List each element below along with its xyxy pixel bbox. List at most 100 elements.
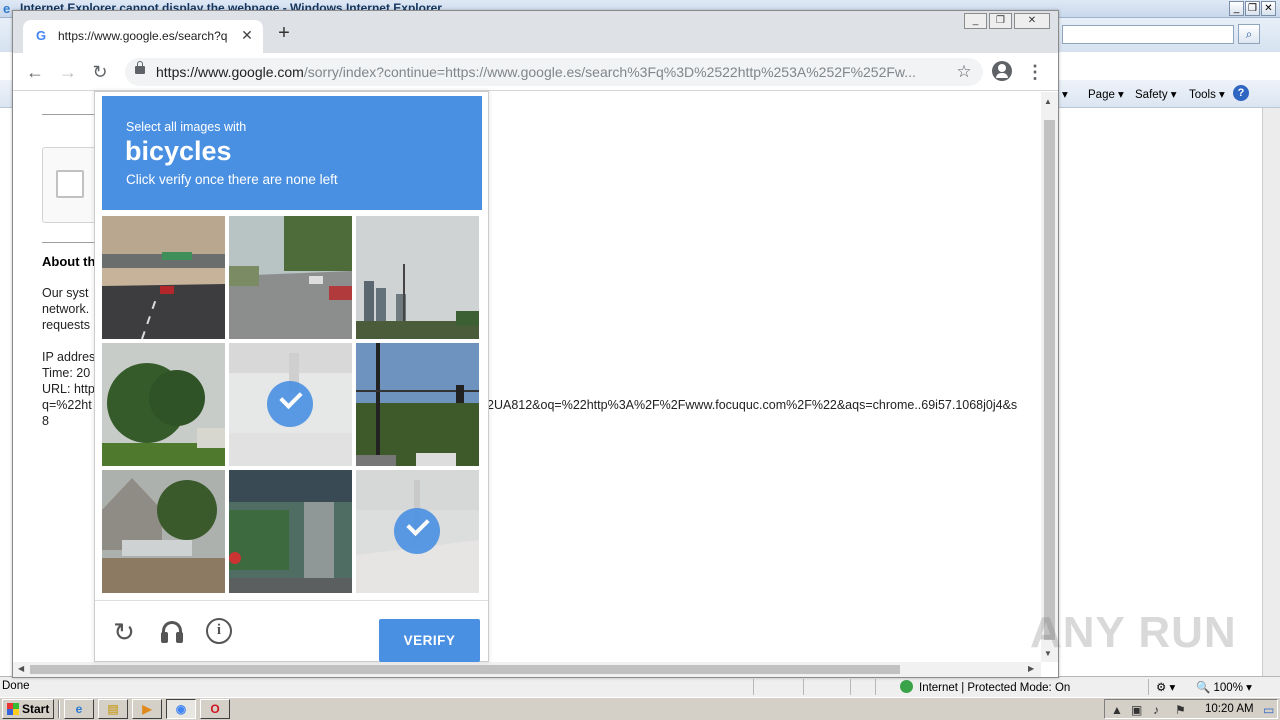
chrome-close-button[interactable]: ✕ [1014, 13, 1050, 29]
reload-icon[interactable]: ↻ [88, 60, 112, 84]
image-tile-grid [102, 216, 483, 597]
headphones-icon[interactable] [158, 618, 186, 646]
watermark: ANY RUN [1030, 608, 1237, 657]
tile-image-street-cars [229, 216, 352, 339]
about-heading: About th [42, 254, 96, 269]
system-tray: ▲ ▣ ♪ ⚑ 10:20 AM ▭ [1104, 699, 1278, 719]
scroll-up-icon[interactable]: ▲ [1044, 97, 1052, 106]
refresh-icon[interactable]: ↻ [110, 618, 138, 646]
ie-safety-menu[interactable]: Safety ▾ [1135, 87, 1177, 101]
scroll-right-icon[interactable]: ▶ [1028, 664, 1034, 673]
bookmark-star-icon[interactable]: ☆ [953, 61, 975, 83]
address-bar[interactable]: https://www.google.com/sorry/index?conti… [125, 58, 983, 86]
info-line: q=%22ht [42, 398, 92, 412]
image-tile-selected[interactable] [356, 470, 479, 593]
scrollbar-thumb[interactable] [30, 665, 900, 674]
chrome-window-controls: _ ❐ ✕ [964, 13, 1054, 29]
volume-icon[interactable]: ♪ [1153, 703, 1159, 717]
image-tile[interactable] [356, 216, 479, 339]
account-icon[interactable] [992, 61, 1012, 81]
verify-button[interactable]: VERIFY [379, 619, 480, 662]
folder-taskbar-icon[interactable]: ▤ [98, 699, 128, 719]
url-host: https://www.google.com [156, 64, 304, 80]
info-line: 8 [42, 414, 49, 428]
info-line: Time: 20 [42, 366, 91, 380]
paragraph-line: network. [42, 302, 90, 316]
challenge-subtext: Click verify once there are none left [126, 172, 338, 187]
back-arrow-icon[interactable]: ← [23, 60, 47, 84]
chrome-restore-button[interactable]: ❐ [989, 13, 1012, 29]
info-icon[interactable]: i [206, 618, 232, 644]
tab-title: https://www.google.es/search?q=% [58, 29, 228, 43]
help-icon[interactable]: ? [1233, 85, 1249, 101]
url-tail-text: 2UA812&oq=%22http%3A%2F%2Fwww.focuquc.co… [487, 398, 1018, 412]
info-line: URL: http [42, 382, 95, 396]
scrollbar-thumb[interactable] [1044, 120, 1055, 640]
tile-image-house-car [102, 470, 225, 593]
ie-page-menu-prefix[interactable]: ▾ [1062, 87, 1068, 101]
challenge-instruction: Select all images with [126, 120, 247, 134]
scroll-left-icon[interactable]: ◀ [18, 664, 24, 673]
ie-search-input[interactable] [1062, 25, 1234, 44]
show-desktop-icon[interactable]: ▭ [1263, 703, 1274, 717]
ie-search-icon[interactable]: ⌕ [1238, 24, 1260, 44]
image-tile[interactable] [102, 343, 225, 466]
globe-icon [900, 680, 913, 693]
ie-minimize-button[interactable]: _ [1229, 1, 1244, 16]
checkmark-icon [267, 381, 313, 427]
recaptcha-challenge: Select all images with bicycles Click ve… [94, 91, 489, 662]
ie-close-button[interactable]: ✕ [1261, 1, 1276, 16]
image-tile[interactable] [102, 470, 225, 593]
tile-image-highway-overpass [102, 216, 225, 339]
tab-close-icon[interactable]: ✕ [239, 27, 255, 43]
kebab-menu-icon[interactable]: ⋮ [1025, 60, 1045, 84]
ie-protected-icon[interactable]: ⚙ ▾ [1156, 680, 1175, 694]
ie-security-zone: Internet | Protected Mode: On [900, 680, 1070, 694]
challenge-footer: ↻ i VERIFY [95, 600, 488, 662]
image-tile[interactable] [229, 216, 352, 339]
flag-icon[interactable]: ⚑ [1175, 703, 1186, 717]
opera-taskbar-icon[interactable]: O [200, 699, 230, 719]
ie-tools-menu[interactable]: Tools ▾ [1189, 87, 1225, 101]
image-tile-selected[interactable] [229, 343, 352, 466]
ie-zoom-level[interactable]: 🔍 100% ▾ [1196, 680, 1252, 694]
url-text[interactable]: https://www.google.com/sorry/index?conti… [156, 64, 946, 80]
challenge-header: Select all images with bicycles Click ve… [102, 96, 482, 210]
ie-zone-text: Internet | Protected Mode: On [919, 682, 1071, 694]
forward-arrow-icon[interactable]: → [56, 60, 80, 84]
url-path: /sorry/index?continue=https://www.google… [303, 64, 916, 80]
recaptcha-checkbox[interactable] [56, 170, 84, 198]
page-horizontal-scrollbar[interactable]: ◀ ▶ [13, 662, 1041, 677]
tile-image-tree [102, 343, 225, 466]
taskbar: Start e ▤ ▶ ◉ O ▲ ▣ ♪ ⚑ 10:20 AM ▭ [0, 697, 1280, 720]
paragraph-line: requests [42, 318, 90, 332]
network-icon[interactable]: ▣ [1131, 703, 1142, 717]
challenge-keyword: bicycles [125, 136, 232, 166]
divider [42, 114, 102, 115]
chrome-taskbar-icon[interactable]: ◉ [166, 699, 196, 719]
checkmark-icon [394, 508, 440, 554]
ie-status-bar: Done Internet | Protected Mode: On ⚙ ▾ 🔍… [0, 676, 1280, 698]
clock[interactable]: 10:20 AM [1205, 703, 1254, 715]
page-vertical-scrollbar[interactable]: ▲ ▼ [1041, 92, 1058, 662]
tray-expand-icon[interactable]: ▲ [1111, 703, 1123, 717]
browser-tab[interactable]: G https://www.google.es/search?q=% ✕ [23, 20, 263, 53]
lock-icon[interactable] [135, 61, 145, 74]
image-tile[interactable] [229, 470, 352, 593]
tile-image-city-buildings [356, 216, 479, 339]
paragraph-line: Our syst [42, 286, 89, 300]
ie-taskbar-icon[interactable]: e [64, 699, 94, 719]
info-line: IP addres [42, 350, 96, 364]
image-tile[interactable] [102, 216, 225, 339]
new-tab-button[interactable]: + [274, 23, 294, 43]
ie-page-menu[interactable]: Page ▾ [1088, 87, 1124, 101]
start-button[interactable]: Start [2, 699, 54, 719]
ie-zoom-text: 100% [1213, 682, 1243, 694]
ie-vertical-scrollbar[interactable] [1262, 108, 1280, 676]
ie-restore-button[interactable]: ❐ [1245, 1, 1260, 16]
ie-status-text: Done [2, 680, 30, 692]
google-favicon-icon: G [36, 28, 47, 43]
media-player-taskbar-icon[interactable]: ▶ [132, 699, 162, 719]
chrome-minimize-button[interactable]: _ [964, 13, 987, 29]
image-tile[interactable] [356, 343, 479, 466]
